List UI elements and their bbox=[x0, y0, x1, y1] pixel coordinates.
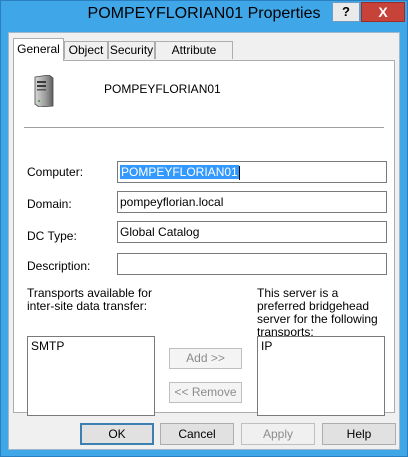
tab-attribute-editor[interactable]: Attribute Editor bbox=[155, 41, 233, 73]
section-divider bbox=[24, 127, 384, 128]
computer-field[interactable]: POMPEYFLORIAN01 bbox=[117, 161, 387, 183]
list-item[interactable]: IP bbox=[261, 339, 381, 353]
close-button[interactable]: X bbox=[361, 2, 405, 22]
ok-button[interactable]: OK bbox=[80, 423, 154, 445]
computer-label: Computer: bbox=[27, 165, 84, 179]
apply-button[interactable]: Apply bbox=[241, 423, 315, 445]
domain-label: Domain: bbox=[27, 197, 72, 211]
help-title-button[interactable]: ? bbox=[332, 2, 360, 22]
remove-button[interactable]: << Remove bbox=[169, 382, 242, 403]
help-button[interactable]: Help bbox=[322, 423, 396, 445]
general-tab-panel: POMPEYFLORIAN01 Computer: POMPEYFLORIAN0… bbox=[13, 60, 395, 416]
dc-type-label: DC Type: bbox=[27, 229, 77, 243]
computer-value: POMPEYFLORIAN01 bbox=[120, 165, 239, 179]
tab-security[interactable]: Security bbox=[108, 41, 155, 59]
list-item[interactable]: SMTP bbox=[31, 339, 151, 353]
dialog-client-area: General Object Security Attribute Editor bbox=[8, 32, 400, 450]
server-name-heading: POMPEYFLORIAN01 bbox=[104, 82, 221, 96]
tab-object[interactable]: Object bbox=[64, 41, 108, 59]
cancel-button[interactable]: Cancel bbox=[160, 423, 234, 445]
transports-label: Transports available for inter-site data… bbox=[27, 286, 152, 313]
tab-general[interactable]: General bbox=[13, 38, 64, 61]
domain-field[interactable]: pompeyflorian.local bbox=[117, 191, 387, 213]
bridgehead-label: This server is a preferred bridgehead se… bbox=[257, 286, 378, 339]
description-field[interactable] bbox=[117, 253, 387, 275]
bridgehead-transports-list[interactable]: IP bbox=[257, 336, 385, 416]
properties-window: POMPEYFLORIAN01 Properties ? X General O… bbox=[0, 0, 408, 457]
text-caret bbox=[238, 165, 240, 180]
available-transports-list[interactable]: SMTP bbox=[27, 336, 155, 416]
server-icon bbox=[34, 75, 54, 107]
title-bar[interactable]: POMPEYFLORIAN01 Properties ? X bbox=[1, 1, 407, 31]
add-button[interactable]: Add >> bbox=[169, 348, 242, 369]
dc-type-field[interactable]: Global Catalog bbox=[117, 221, 387, 243]
description-label: Description: bbox=[27, 259, 91, 273]
